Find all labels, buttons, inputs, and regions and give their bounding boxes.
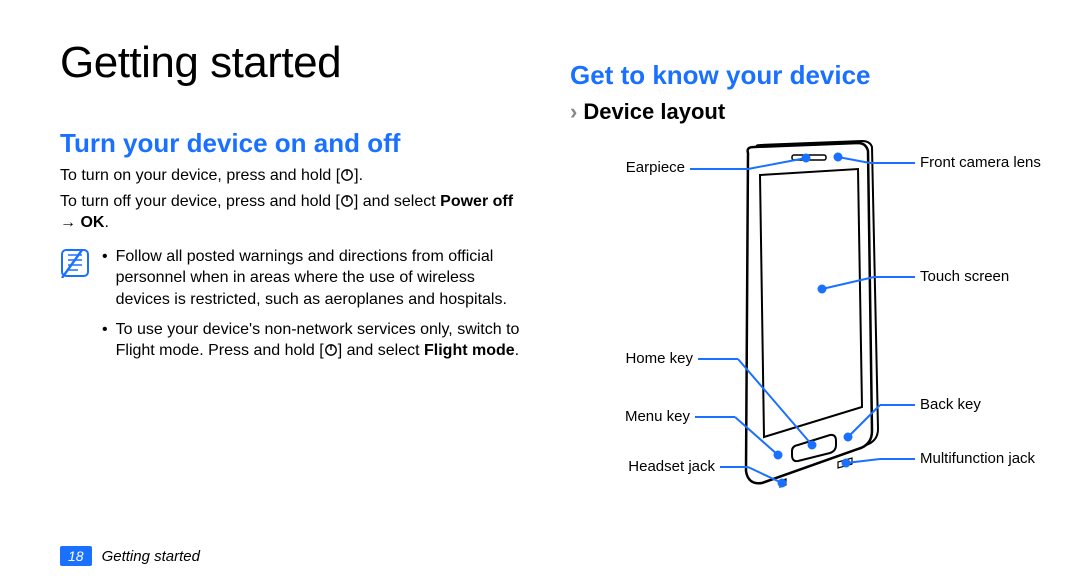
- bullet-1-text: Follow all posted warnings and direction…: [116, 246, 530, 311]
- subsection-heading-device-layout: › Device layout: [570, 99, 1040, 125]
- period2: .: [515, 342, 519, 359]
- label-touch-screen: Touch screen: [920, 268, 1009, 285]
- section-heading-get-to-know: Get to know your device: [570, 60, 1040, 91]
- bullet-item-2: • To use your device's non-network servi…: [102, 319, 530, 362]
- turn-on-instruction: To turn on your device, press and hold […: [60, 165, 530, 187]
- note-bullets: • Follow all posted warnings and directi…: [102, 246, 530, 370]
- power-icon: [340, 194, 354, 208]
- bullet-item-1: • Follow all posted warnings and directi…: [102, 246, 530, 311]
- turn-off-instruction: To turn off your device, press and hold …: [60, 191, 530, 234]
- label-front-camera-lens: Front camera lens: [920, 154, 1041, 171]
- label-menu-key: Menu key: [625, 408, 690, 425]
- power-icon: [340, 168, 354, 182]
- power-icon: [324, 343, 338, 357]
- bullet-dot: •: [102, 319, 108, 362]
- note-icon: [60, 248, 90, 278]
- period: .: [104, 214, 108, 231]
- note-block: • Follow all posted warnings and directi…: [60, 246, 530, 370]
- two-column-layout: Getting started Turn your device on and …: [60, 30, 1040, 499]
- turn-on-text-pre: To turn on your device, press and hold [: [60, 167, 340, 184]
- device-diagram: Earpiece Home key Menu key Headset jack …: [570, 139, 1040, 499]
- label-multifunction-jack: Multifunction jack: [920, 450, 1035, 467]
- bullet-dot: •: [102, 246, 108, 311]
- footer-section-title: Getting started: [102, 548, 200, 565]
- turn-off-text-pre: To turn off your device, press and hold …: [60, 193, 340, 210]
- page-footer: 18 Getting started: [60, 546, 200, 566]
- page-number: 18: [60, 546, 92, 566]
- right-column: Get to know your device › Device layout: [570, 30, 1040, 499]
- phone-illustration: [570, 139, 1040, 499]
- left-column: Getting started Turn your device on and …: [60, 30, 530, 499]
- device-layout-text: Device layout: [583, 99, 725, 125]
- label-back-key: Back key: [920, 396, 981, 413]
- label-headset-jack: Headset jack: [628, 458, 715, 475]
- document-page: Getting started Turn your device on and …: [0, 0, 1080, 586]
- chevron-right-icon: ›: [570, 99, 577, 125]
- bullet-2-post: ] and select: [338, 342, 424, 359]
- label-home-key: Home key: [625, 350, 693, 367]
- page-title: Getting started: [60, 38, 530, 88]
- section-heading-turn-on-off: Turn your device on and off: [60, 128, 530, 159]
- flight-mode-bold: Flight mode: [424, 342, 515, 359]
- label-earpiece: Earpiece: [626, 159, 685, 176]
- bullet-2-text: To use your device's non-network service…: [116, 319, 530, 362]
- turn-off-text-post: ] and select: [354, 193, 440, 210]
- turn-on-text-post: ].: [354, 167, 363, 184]
